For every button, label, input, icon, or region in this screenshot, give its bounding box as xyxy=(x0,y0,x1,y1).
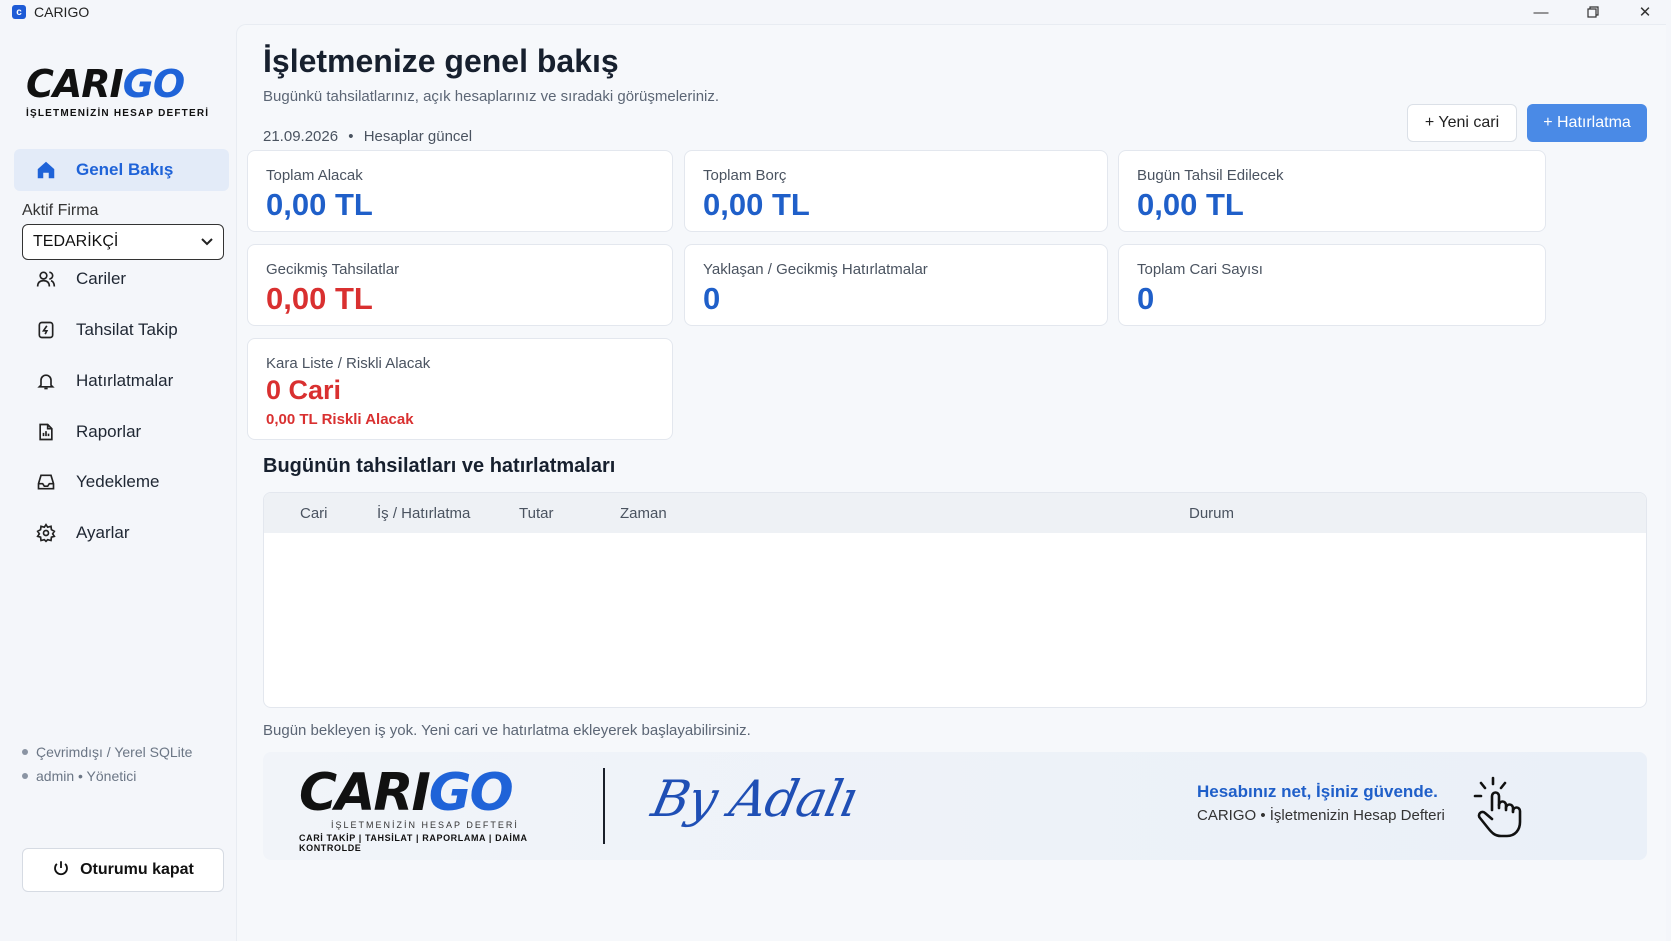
minimize-icon[interactable]: — xyxy=(1515,0,1567,24)
sidebar-item-label: Cariler xyxy=(76,269,127,288)
sidebar-item-overview[interactable]: Genel Bakış xyxy=(14,149,229,191)
current-date: 21.09.2026 xyxy=(263,128,339,145)
payment-icon xyxy=(34,318,58,342)
sidebar-item-label: Yedekleme xyxy=(76,472,160,491)
users-icon xyxy=(34,267,58,291)
connection-status: Çevrimdışı / Yerel SQLite xyxy=(22,744,192,760)
sidebar-item-raporlar[interactable]: Raporlar xyxy=(14,411,229,453)
banner-brand-line: CARIGO • İşletmenizin Hesap Defteri xyxy=(1197,807,1445,824)
active-firm-label: Aktif Firma xyxy=(22,202,99,219)
card-due-today: Bugün Tahsil Edilecek 0,00 TL xyxy=(1118,150,1546,232)
column-header-task[interactable]: İş / Hatırlatma xyxy=(377,505,470,522)
logo-main-text: CARI xyxy=(26,62,124,106)
user-status: admin • Yönetici xyxy=(22,768,136,784)
date-separator: • xyxy=(348,128,354,145)
card-overdue-collections: Gecikmiş Tahsilatlar 0,00 TL xyxy=(247,244,673,326)
column-header-cari[interactable]: Cari xyxy=(300,505,328,522)
status-dot-icon xyxy=(22,749,28,755)
status-dot-icon xyxy=(22,773,28,779)
sidebar-item-hatirlatmalar[interactable]: Hatırlatmalar xyxy=(14,360,229,402)
home-icon xyxy=(34,158,58,182)
backup-icon xyxy=(34,470,58,494)
window-controls: — ✕ xyxy=(1515,0,1671,24)
date-status: 21.09.2026 • Hesaplar güncel xyxy=(263,128,472,145)
active-firm-select[interactable]: TEDARİKÇİ xyxy=(22,224,224,260)
table-header: Cari İş / Hatırlatma Tutar Zaman Durum xyxy=(264,493,1646,533)
card-total-debt: Toplam Borç 0,00 TL xyxy=(684,150,1108,232)
banner-divider xyxy=(603,768,605,844)
power-icon xyxy=(52,859,70,882)
column-header-amount[interactable]: Tutar xyxy=(519,505,553,522)
sidebar-item-label: Genel Bakış xyxy=(76,160,174,179)
report-icon xyxy=(34,420,58,444)
new-reminder-button[interactable]: + Hatırlatma xyxy=(1527,104,1647,142)
banner-logo: CARIGO İŞLETMENİZİN HESAP DEFTERİ CARİ T… xyxy=(299,763,528,853)
gear-icon xyxy=(34,521,58,545)
sidebar-item-label: Hatırlatmalar xyxy=(76,371,174,390)
banner-slogan: Hesabınız net, İşiniz güvende. xyxy=(1197,782,1438,801)
card-account-count: Toplam Cari Sayısı 0 xyxy=(1118,244,1546,326)
sidebar-item-label: Ayarlar xyxy=(76,523,130,542)
card-total-receivable: Toplam Alacak 0,00 TL xyxy=(247,150,673,232)
logout-button[interactable]: Oturumu kapat xyxy=(22,848,224,892)
sidebar-item-tahsilat[interactable]: Tahsilat Takip xyxy=(14,309,229,351)
logo-accent-text: GO xyxy=(122,62,185,106)
empty-state-note: Bugün bekleyen iş yok. Yeni cari ve hatı… xyxy=(263,722,751,739)
bell-icon xyxy=(34,369,58,393)
sidebar-item-cariler[interactable]: Cariler xyxy=(14,258,229,300)
page-title: İşletmenize genel bakış xyxy=(263,43,619,79)
active-firm-value: TEDARİKÇİ xyxy=(33,233,119,250)
sidebar-item-ayarlar[interactable]: Ayarlar xyxy=(14,512,229,554)
card-reminders: Yaklaşan / Gecikmiş Hatırlatmalar 0 xyxy=(684,244,1108,326)
column-header-status[interactable]: Durum xyxy=(1189,505,1234,522)
sidebar-item-label: Raporlar xyxy=(76,422,142,441)
sidebar-item-yedekleme[interactable]: Yedekleme xyxy=(14,461,229,503)
today-table: Cari İş / Hatırlatma Tutar Zaman Durum xyxy=(263,492,1647,708)
window-title: CARIGO xyxy=(34,4,90,20)
sidebar: CARIGO İŞLETMENİZİN HESAP DEFTERİ Genel … xyxy=(0,24,236,941)
column-header-time[interactable]: Zaman xyxy=(620,505,667,522)
restore-icon[interactable] xyxy=(1567,0,1619,24)
logo-subtitle: İŞLETMENİZİN HESAP DEFTERİ xyxy=(26,108,210,119)
app-icon: c xyxy=(12,5,26,19)
today-section-title: Bugünün tahsilatları ve hatırlatmaları xyxy=(263,455,616,477)
new-account-button[interactable]: + Yeni cari xyxy=(1407,104,1517,142)
close-icon[interactable]: ✕ xyxy=(1619,0,1671,24)
title-bar: c CARIGO — ✕ xyxy=(0,0,1671,24)
chevron-down-icon xyxy=(201,233,213,251)
signature: By Adalı xyxy=(646,770,862,828)
card-blacklist: Kara Liste / Riskli Alacak 0 Cari 0,00 T… xyxy=(247,338,673,440)
pointer-hand-icon xyxy=(1471,774,1527,840)
sidebar-item-label: Tahsilat Takip xyxy=(76,320,178,339)
sidebar-logo: CARIGO İŞLETMENİZİN HESAP DEFTERİ xyxy=(26,62,222,144)
page-subtitle: Bugünkü tahsilatlarınız, açık hesapların… xyxy=(263,88,720,105)
brand-banner: CARIGO İŞLETMENİZİN HESAP DEFTERİ CARİ T… xyxy=(263,752,1647,860)
main-panel: İşletmenize genel bakış Bugünkü tahsilat… xyxy=(236,24,1666,941)
accounts-status: Hesaplar güncel xyxy=(363,128,473,145)
